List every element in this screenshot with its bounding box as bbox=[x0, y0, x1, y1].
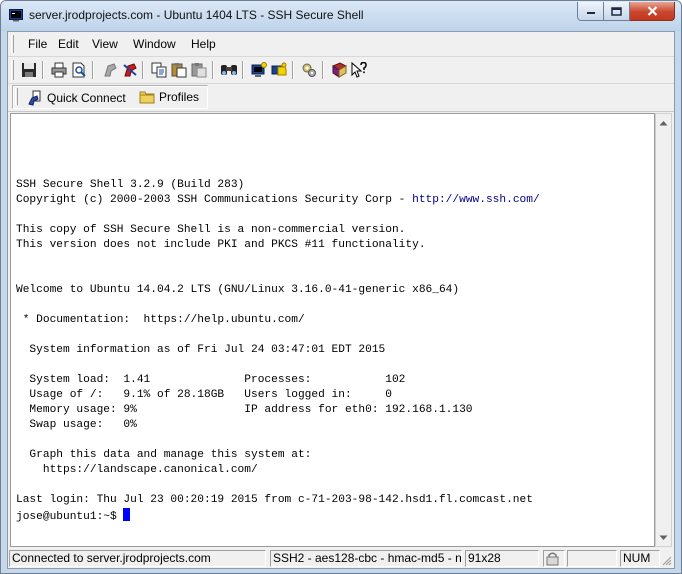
text-cursor bbox=[123, 508, 131, 521]
menu-edit[interactable]: Edit bbox=[58, 37, 79, 51]
help-button[interactable] bbox=[330, 61, 348, 79]
app-client-area: File Edit View Window Help Quick Connect… bbox=[7, 31, 675, 569]
save-icon bbox=[22, 63, 36, 77]
save-button[interactable] bbox=[20, 61, 38, 79]
menu-file[interactable]: File bbox=[28, 37, 47, 51]
paste-alt-button[interactable] bbox=[190, 61, 208, 79]
status-num-lock: NUM bbox=[620, 550, 660, 567]
scroll-up-button[interactable] bbox=[656, 114, 671, 131]
paste-button[interactable] bbox=[170, 61, 188, 79]
terminal-line: SSH Secure Shell 3.2.9 (Build 283) bbox=[16, 179, 245, 191]
disconnect-icon bbox=[104, 63, 117, 77]
print-icon bbox=[51, 62, 67, 78]
terminal-line: System information as of Fri Jul 24 03:4… bbox=[16, 344, 386, 356]
vertical-scrollbar[interactable] bbox=[655, 113, 672, 547]
edit-profile-icon bbox=[123, 63, 137, 77]
status-terminal-size: 91x28 bbox=[465, 550, 539, 567]
new-file-transfer-icon bbox=[271, 62, 287, 76]
close-icon bbox=[647, 6, 657, 16]
arrow-down-icon bbox=[659, 535, 668, 540]
copy-button[interactable] bbox=[150, 61, 168, 79]
context-help-icon bbox=[351, 62, 367, 78]
terminal-output: SSH Secure Shell 3.2.9 (Build 283) Copyr… bbox=[16, 178, 540, 525]
resize-grip-icon[interactable] bbox=[660, 554, 672, 566]
terminal-line: Last login: Thu Jul 23 00:20:19 2015 fro… bbox=[16, 494, 533, 506]
close-button[interactable] bbox=[630, 2, 675, 21]
quick-connect-label: Quick Connect bbox=[47, 91, 126, 105]
copy-icon bbox=[151, 62, 167, 78]
terminal-line: Usage of /: 9.1% of 28.18GB Users logged… bbox=[16, 389, 392, 401]
toolbar-separator bbox=[142, 61, 144, 79]
terminal-line: * Documentation: https://help.ubuntu.com… bbox=[16, 314, 305, 326]
profiles-button[interactable]: Profiles bbox=[139, 90, 199, 104]
quick-connect-group: Quick Connect Profiles bbox=[12, 85, 208, 109]
quick-connect-icon bbox=[28, 90, 41, 106]
minimize-icon bbox=[586, 12, 595, 14]
paste-icon bbox=[171, 63, 187, 78]
find-icon bbox=[221, 65, 237, 75]
print-preview-button[interactable] bbox=[70, 61, 88, 79]
new-file-transfer-button[interactable] bbox=[270, 61, 288, 79]
toolbar-separator bbox=[42, 61, 44, 79]
folder-icon bbox=[139, 91, 155, 104]
menubar-grip[interactable] bbox=[11, 35, 14, 53]
toolbar-separator bbox=[242, 61, 244, 79]
help-book-icon bbox=[331, 62, 347, 78]
window-controls bbox=[577, 2, 675, 22]
lock-icon bbox=[546, 552, 559, 566]
window-title: server.jrodprojects.com - Ubuntu 1404 LT… bbox=[29, 8, 364, 22]
arrow-up-icon bbox=[659, 120, 668, 125]
status-bar: Connected to server.jrodprojects.com SSH… bbox=[8, 548, 674, 568]
toolbar-separator bbox=[292, 61, 294, 79]
toolbar-separator bbox=[92, 61, 94, 79]
terminal-line: This copy of SSH Secure Shell is a non-c… bbox=[16, 224, 406, 236]
status-cipher: SSH2 - aes128-cbc - hmac-md5 - no bbox=[270, 550, 462, 567]
edit-profile-button[interactable] bbox=[121, 61, 139, 79]
toolbar-separator bbox=[212, 61, 214, 79]
terminal-line: Copyright (c) 2000-2003 SSH Communicatio… bbox=[16, 194, 413, 206]
ssh-terminal-icon bbox=[9, 9, 23, 22]
app-window: server.jrodprojects.com - Ubuntu 1404 LT… bbox=[0, 0, 682, 574]
find-button[interactable] bbox=[220, 61, 238, 79]
terminal-line: Swap usage: 0% bbox=[16, 419, 137, 431]
context-help-button[interactable] bbox=[350, 61, 368, 79]
terminal-line: Graph this data and manage this system a… bbox=[16, 449, 312, 461]
new-terminal-icon bbox=[251, 62, 267, 77]
new-terminal-button[interactable] bbox=[250, 61, 268, 79]
status-connection: Connected to server.jrodprojects.com bbox=[9, 550, 266, 567]
terminal-line: jose@ubuntu1:~$ bbox=[16, 511, 124, 523]
status-encryption bbox=[543, 550, 565, 567]
terminal-line: Welcome to Ubuntu 14.04.2 LTS (GNU/Linux… bbox=[16, 284, 460, 296]
quick-connect-button[interactable]: Quick Connect bbox=[27, 90, 126, 106]
menu-bar: File Edit View Window Help bbox=[8, 32, 674, 57]
terminal-line: System load: 1.41 Processes: 102 bbox=[16, 374, 406, 386]
status-blank bbox=[567, 550, 617, 567]
menu-help[interactable]: Help bbox=[191, 37, 216, 51]
scroll-down-button[interactable] bbox=[656, 529, 671, 546]
settings-icon bbox=[302, 63, 316, 77]
terminal-line: Memory usage: 9% IP address for eth0: 19… bbox=[16, 404, 473, 416]
menu-window[interactable]: Window bbox=[133, 37, 176, 51]
terminal-line: https://landscape.canonical.com/ bbox=[16, 464, 258, 476]
toolbar bbox=[8, 57, 674, 84]
toolbar-grip[interactable] bbox=[11, 60, 14, 80]
quick-connect-bar: Quick Connect Profiles bbox=[8, 84, 674, 112]
menu-view[interactable]: View bbox=[92, 37, 118, 51]
paste-alt-icon bbox=[191, 63, 207, 78]
print-button[interactable] bbox=[50, 61, 68, 79]
copyright-link[interactable]: http://www.ssh.com/ bbox=[412, 194, 540, 206]
title-bar[interactable]: server.jrodprojects.com - Ubuntu 1404 LT… bbox=[1, 1, 681, 31]
settings-button[interactable] bbox=[300, 61, 318, 79]
maximize-button[interactable] bbox=[604, 2, 630, 21]
terminal-line: This version does not include PKI and PK… bbox=[16, 239, 426, 251]
quickbar-grip[interactable] bbox=[15, 88, 18, 105]
profiles-label: Profiles bbox=[159, 90, 200, 104]
print-preview-icon bbox=[72, 62, 86, 78]
terminal-pane[interactable]: SSH Secure Shell 3.2.9 (Build 283) Copyr… bbox=[10, 113, 655, 547]
toolbar-separator bbox=[322, 61, 324, 79]
disconnect-button[interactable] bbox=[101, 61, 119, 79]
minimize-button[interactable] bbox=[577, 2, 604, 21]
maximize-icon bbox=[611, 6, 622, 16]
